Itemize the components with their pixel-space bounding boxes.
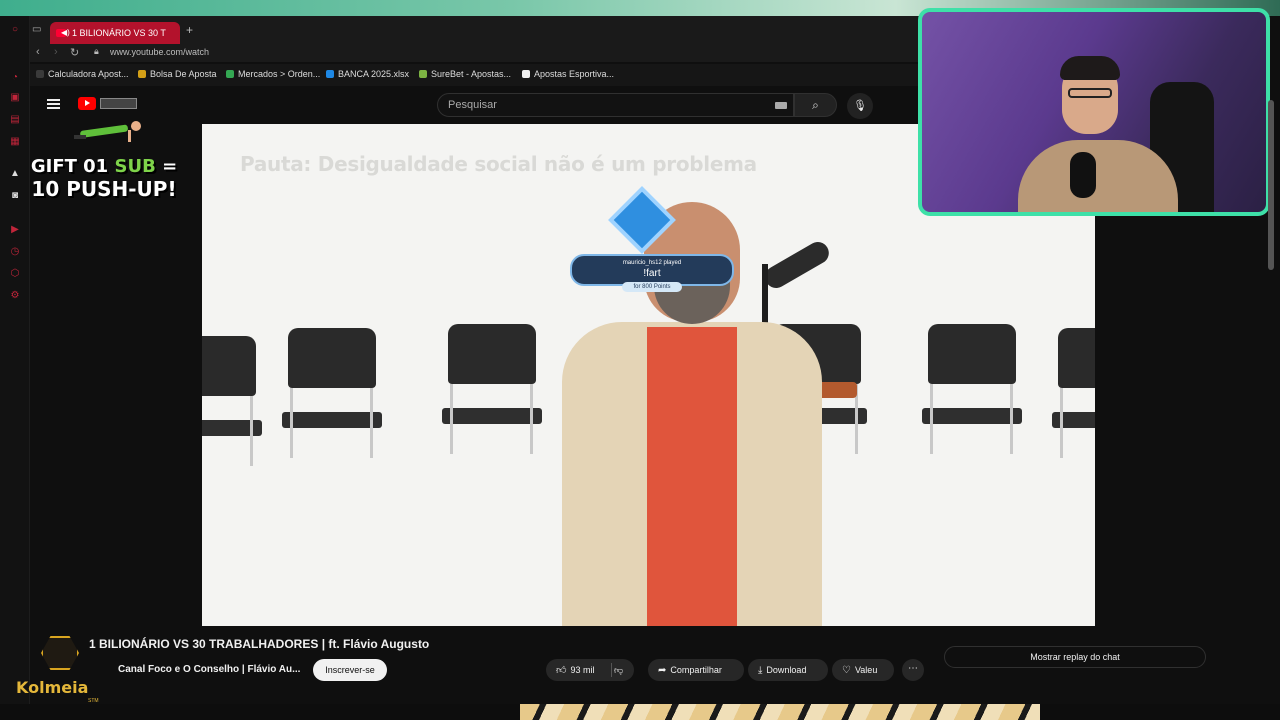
channel-name[interactable]: Canal Foco e O Conselho | Flávio Au...	[118, 664, 300, 675]
thanks-button[interactable]: ♡ Valeu	[832, 659, 894, 681]
chair-image	[282, 328, 382, 478]
bookmark-icon	[419, 70, 427, 78]
search-button[interactable]: ⌕	[794, 93, 837, 117]
menu-icon[interactable]	[47, 99, 60, 109]
url-field[interactable]: www.youtube.com/watch	[110, 47, 209, 57]
bookmark-icon	[138, 70, 146, 78]
tab-title: 1 BILIONÁRIO VS 30 T	[72, 28, 166, 38]
stream-overlay-bottom-art	[520, 704, 1040, 720]
search-icon: ⌕	[812, 98, 819, 112]
page-scrollbar[interactable]	[1268, 100, 1274, 270]
like-button[interactable]: 👍︎ 93 mil	[546, 665, 594, 676]
thumbs-up-icon: 👍︎	[556, 665, 567, 676]
speaker-icon[interactable]: ◀)	[61, 22, 70, 44]
bookmark-item[interactable]: BANCA 2025.xlsx	[326, 69, 409, 79]
new-tab-button[interactable]: +	[186, 23, 193, 37]
bookmark-item[interactable]: SureBet - Apostas...	[419, 69, 511, 79]
search-input[interactable]: Pesquisar	[437, 93, 794, 117]
more-actions-button[interactable]: ⋯	[902, 659, 924, 681]
bookmark-icon	[226, 70, 234, 78]
chair-image	[202, 336, 262, 486]
gift-line-1: GIFT 01 SUB =	[30, 156, 178, 177]
youtube-wordmark[interactable]	[100, 98, 137, 109]
discord-icon[interactable]: ◙	[9, 190, 21, 202]
streamer-webcam	[918, 8, 1270, 216]
notion-icon	[522, 70, 530, 78]
thumbs-down-icon: 👎︎	[614, 665, 624, 675]
chair-image	[922, 324, 1022, 474]
opera-logo-icon[interactable]: ○	[9, 24, 21, 36]
more-icon: ⋯	[908, 663, 918, 674]
like-dislike-group: 👍︎ 93 mil 👎︎	[546, 659, 634, 681]
download-icon: ⤓	[758, 665, 763, 676]
bookmarks-bar: Calculadora Apost... Bolsa De Aposta Mer…	[30, 64, 920, 86]
reload-icon[interactable]: ↻	[70, 46, 79, 59]
sidebar-icon-1[interactable]: ◔	[9, 72, 21, 84]
mic-icon: 🎙︎	[853, 100, 867, 112]
subscribe-button[interactable]: Inscrever-se	[313, 659, 387, 681]
workspaces-icon[interactable]: ▭	[32, 24, 41, 35]
back-icon[interactable]: ‹	[36, 46, 40, 58]
pushup-figure-icon	[74, 121, 141, 142]
bookmark-item[interactable]: Bolsa De Aposta	[138, 69, 217, 79]
bookmark-item[interactable]: Mercados > Orden...	[226, 69, 320, 79]
arrow-icon[interactable]: ▲	[9, 168, 21, 180]
forward-icon[interactable]: ›	[54, 46, 58, 58]
bookmark-item[interactable]: Apostas Esportiva...	[522, 69, 614, 79]
voice-search-button[interactable]: 🎙︎	[847, 93, 873, 119]
lock-icon: 🔒︎	[94, 46, 99, 56]
gift-line-2: 10 PUSH-UP!	[31, 177, 177, 201]
video-title: 1 BILIONÁRIO VS 30 TRABALHADORES | ft. F…	[89, 637, 430, 651]
dislike-button[interactable]: 👎︎	[614, 659, 623, 681]
screen: ○ ◔ ▣ ▤ ▦ ▲ ◙ ▶ ◷ ⬡ ⚙ ▭ ◀) 1 BILIONÁRIO …	[0, 0, 1280, 720]
onedrive-icon	[326, 70, 334, 78]
heart-dollar-icon: ♡	[842, 665, 851, 676]
youtube-logo-icon[interactable]	[78, 97, 96, 110]
bookmark-item[interactable]: Calculadora Apost...	[36, 69, 129, 79]
chair-image	[1052, 328, 1095, 478]
video-caption: Pauta: Desigualdade social não é um prob…	[240, 152, 757, 176]
share-button[interactable]: ➦ Compartilhar	[648, 659, 744, 681]
download-button[interactable]: ⤓ Download	[748, 659, 828, 681]
browser-sidebar: ○ ◔ ▣ ▤ ▦ ▲ ◙ ▶ ◷ ⬡ ⚙	[0, 16, 30, 704]
keyboard-icon[interactable]	[775, 102, 787, 109]
gift-sub-overlay: GIFT 01 SUB = 10 PUSH-UP!	[30, 156, 178, 200]
messenger-icon[interactable]: ▤	[9, 114, 21, 126]
extensions-icon[interactable]: ⬡	[9, 268, 21, 280]
channel-avatar[interactable]	[41, 636, 79, 670]
history-icon[interactable]: ◷	[9, 246, 21, 258]
sidebar-icon-2[interactable]: ▣	[9, 92, 21, 104]
search-placeholder: Pesquisar	[448, 99, 497, 111]
player-icon[interactable]: ▶	[9, 224, 21, 236]
tab-bar: ▭ ◀) 1 BILIONÁRIO VS 30 T +	[30, 16, 920, 44]
share-icon: ➦	[658, 665, 667, 676]
address-bar: ‹ › ↻ 🔒︎ www.youtube.com/watch	[30, 44, 920, 62]
active-tab[interactable]: ◀) 1 BILIONÁRIO VS 30 T	[50, 22, 180, 44]
like-divider	[611, 663, 612, 677]
chair-image	[442, 324, 542, 474]
bookmark-icon	[36, 70, 44, 78]
show-chat-replay-button[interactable]: Mostrar replay do chat	[944, 646, 1206, 668]
twitch-icon[interactable]: ▦	[9, 136, 21, 148]
streamer-brand-logo: Kolmeia	[16, 678, 89, 697]
settings-icon[interactable]: ⚙	[9, 290, 21, 302]
alert-cost: for 800 Points	[622, 282, 682, 292]
